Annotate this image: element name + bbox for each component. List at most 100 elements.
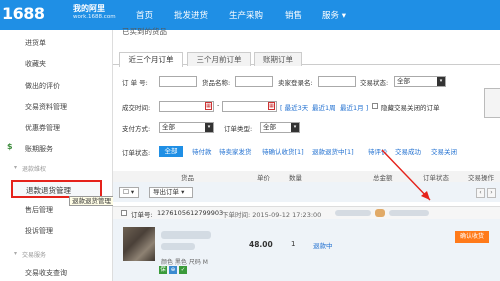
tooltip: 退款退货管理 [69,196,114,206]
sidebar-item-reviews[interactable]: 做出的评价 [25,81,60,91]
service-badge-icon: ⊕ [169,266,177,274]
blurred-product-title[interactable] [161,231,211,239]
col-quantity: 数量 [289,174,302,182]
calendar-icon[interactable]: ▦ [268,102,275,110]
goods-name-input[interactable] [235,76,273,87]
quantity: 1 [291,240,296,248]
unit-price: 48.00 [249,240,273,249]
chevron-down-icon: ▾ [291,123,299,132]
status-filter-awaiting-shipment[interactable]: 待卖家发货 [219,146,252,156]
nav-service[interactable]: 服务 ▾ [322,9,346,21]
recent-3-days-link[interactable]: [ 最近3天 [280,102,308,112]
status-filter-awaiting-receipt[interactable]: 待确认收货[1] [262,146,304,156]
sidebar-section-refund: 退款维权 [22,166,47,173]
sidebar-item-coupons[interactable]: 优惠券管理 [25,123,60,133]
order-checkbox[interactable] [121,210,127,216]
product-attributes: 颜色 黑色 尺码 M [161,259,208,266]
select-all-dropdown[interactable]: ☐ ▾ [119,187,139,198]
order-tabs: 近三个月订单 三个月前订单 账期订单 [113,49,500,67]
status-filter-success[interactable]: 交易成功 [395,146,421,156]
hide-closed-checkbox[interactable] [372,103,378,109]
side-panel-tab[interactable] [484,88,500,118]
order-number[interactable]: 1276105612799903 [157,209,223,217]
order-no-label: 订 单 号: [122,79,148,87]
pay-method-label: 支付方式: [122,125,151,133]
order-no-input[interactable] [159,76,197,87]
seller-input[interactable] [318,76,356,87]
order-type-select[interactable]: 全部 ▾ [260,122,300,133]
order-row: 颜色 黑色 尺码 M 保 ⊕ ✓ 48.00 1 退款中 确认收货 [113,219,500,281]
list-toolbar: ☐ ▾ 导出订单 ▾ ‹ › [113,182,500,202]
trade-status-label: 交易状态: [360,79,389,87]
collapse-arrow-icon[interactable]: ▾ [14,250,17,257]
wangwang-icon[interactable] [375,209,385,217]
tab-credit-orders[interactable]: 账期订单 [254,52,302,66]
site-logo[interactable]: 1688 [2,4,45,23]
col-goods: 货品 [181,174,194,182]
collapse-arrow-icon[interactable]: ▾ [14,164,17,171]
col-actions: 交易操作 [468,174,494,182]
order-type-value: 全部 [263,123,276,131]
col-order-status: 订单状态 [423,174,449,182]
my-ali-brand[interactable]: 我的阿里 work.1688.com [73,4,116,22]
sidebar-item-complaints[interactable]: 投诉管理 [25,226,53,236]
sidebar-item-after-sales[interactable]: 售后管理 [25,205,53,215]
recent-1-month-link[interactable]: 最近1月 ] [340,102,368,112]
status-filter-refunding[interactable]: 退款退货中[1] [312,146,354,156]
left-sidebar [0,30,113,281]
order-status-label: 订单状态: [122,149,151,157]
hide-closed-label: 隐藏交易关闭的订单 [381,104,440,112]
top-navbar: 1688 我的阿里 work.1688.com 首页 批发进货 生产采购 销售 … [0,0,500,30]
order-type-label: 订单类型: [224,125,253,133]
trade-status-value: 全部 [397,77,410,85]
nav-wholesale[interactable]: 批发进货 [174,9,208,21]
sidebar-item-trade-data[interactable]: 交易资料管理 [25,102,67,112]
sidebar-item-favorites[interactable]: 收藏夹 [25,59,46,69]
seller-label: 卖家登录名: [278,79,313,87]
status-filter-all[interactable]: 全部 [159,146,183,157]
sidebar-item-purchase-list[interactable]: 进货单 [25,38,46,48]
brand-title: 我的阿里 [73,4,105,13]
sidebar-section-trade-service: 交易服务 [22,252,47,259]
goods-name-label: 货品名称: [202,79,231,87]
col-total: 总金额 [373,174,393,182]
status-filter-to-review[interactable]: 待评价 [368,146,388,156]
brand-subtitle: work.1688.com [73,14,116,20]
order-no-label: 订单号: [131,211,153,219]
recent-1-week-link[interactable]: 最近1周 [312,102,336,112]
trade-status-select[interactable]: 全部 ▾ [394,76,446,87]
page-title: 已买到的货品 [122,27,167,36]
guarantee-badge-icon: 保 [159,266,167,274]
prev-page-button[interactable]: ‹ [476,188,485,198]
tab-recent-3-months[interactable]: 近三个月订单 [119,52,183,67]
status-filter-closed[interactable]: 交易关闭 [431,146,457,156]
nav-sales[interactable]: 销售 [285,9,302,21]
chevron-down-icon: ▾ [437,77,445,86]
quality-badge-icon: ✓ [179,266,187,274]
export-orders-button[interactable]: 导出订单 ▾ [149,187,193,198]
sidebar-item-credit[interactable]: 账期服务 [25,144,53,154]
nav-procurement[interactable]: 生产采购 [229,9,263,21]
blurred-seller [335,210,371,216]
dollar-icon: $ [7,142,13,151]
next-page-button[interactable]: › [487,188,496,198]
blurred-contact [389,210,429,216]
nav-home[interactable]: 首页 [136,9,153,21]
table-header: 货品 单价 数量 总金额 订单状态 交易操作 [113,171,500,182]
sidebar-item-income-query[interactable]: 交易收支查询 [25,268,67,278]
col-unit-price: 单价 [257,174,270,182]
product-thumbnail[interactable] [123,227,155,261]
pay-method-value: 全部 [162,123,175,131]
main-content: 已买到的货品 近三个月订单 三个月前订单 账期订单 订 单 号: 货品名称: 卖… [113,27,500,281]
blurred-product-sub [161,243,195,250]
deal-time-label: 成交时间: [122,104,151,112]
order-header: 订单号: 1276105612799903 下单时间: 2015-09-12 1… [113,206,500,219]
status-filter-unpaid[interactable]: 待付款 [192,146,212,156]
confirm-receipt-button[interactable]: 确认收货 [455,231,489,243]
pay-method-select[interactable]: 全部 ▾ [159,122,214,133]
calendar-icon[interactable]: ▦ [205,102,212,110]
date-separator: - [217,101,220,109]
chevron-down-icon: ▾ [205,123,213,132]
tab-older-orders[interactable]: 三个月前订单 [187,52,251,66]
refund-status-link[interactable]: 退款中 [313,240,333,250]
